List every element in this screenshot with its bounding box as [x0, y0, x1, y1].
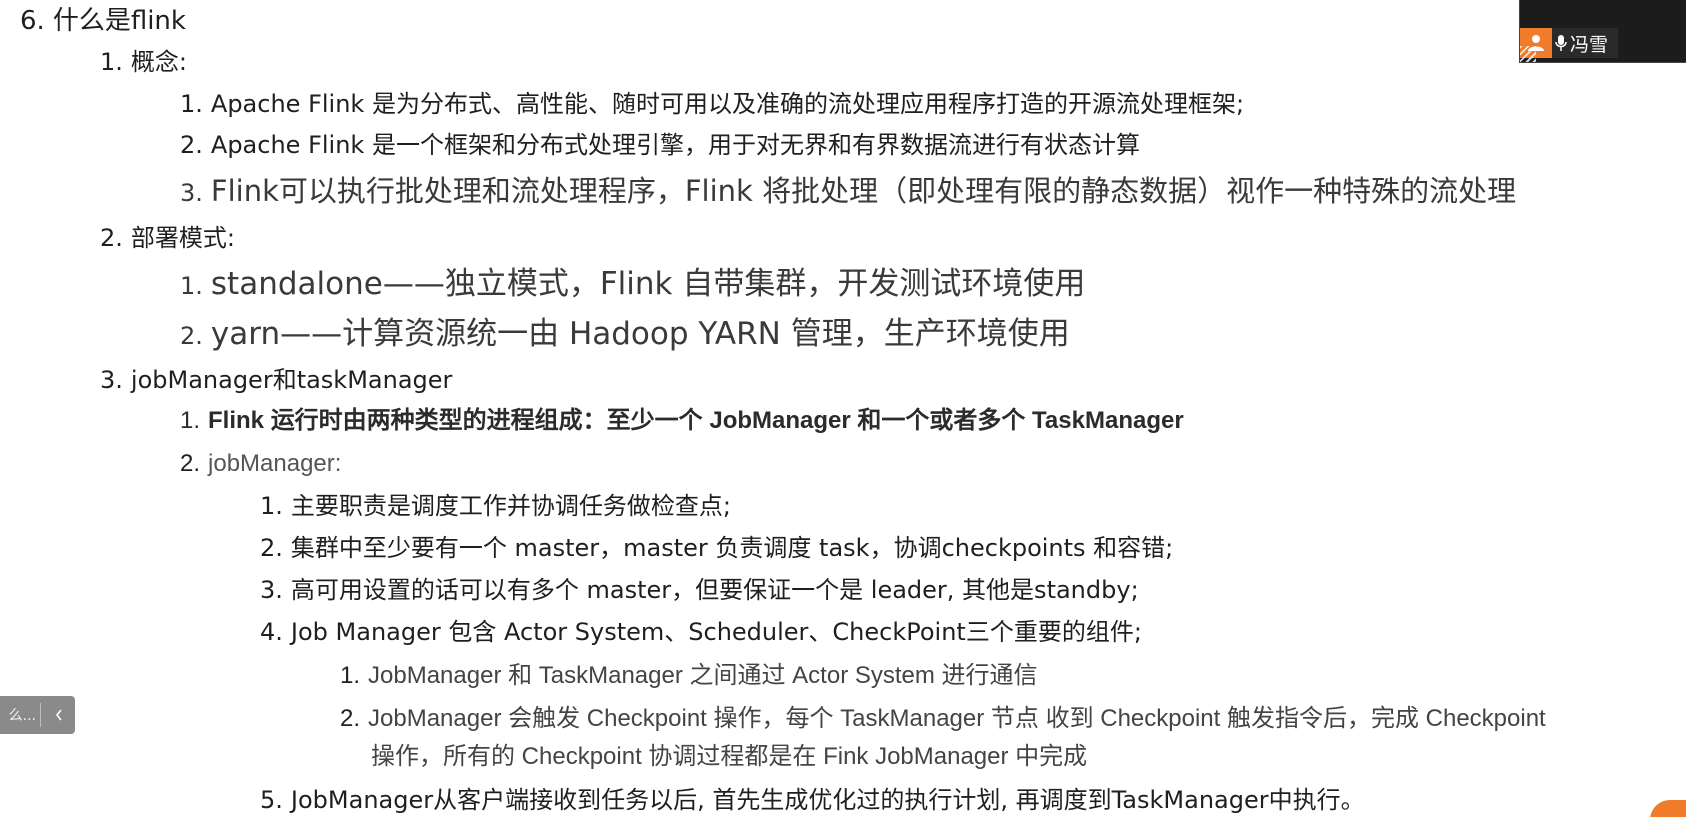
- list-item: 3. Flink可以执行批处理和流处理程序，Flink 将批处理（即处理有限的静态…: [180, 174, 1516, 209]
- list-number: 3.: [180, 179, 203, 207]
- side-floating-toolbar[interactable]: 么...: [0, 696, 75, 734]
- list-item-continuation: 操作，所有的 Checkpoint 协调过程都是在 Fink JobManage…: [371, 743, 1087, 772]
- list-number: 2.: [100, 224, 123, 252]
- list-item-text: Apache Flink 是为分布式、高性能、随时可用以及准确的流处理应用程序打…: [210, 90, 1245, 118]
- list-item: 3. 高可用设置的话可以有多个 master，但要保证一个是 leader, 其他…: [260, 576, 1139, 605]
- list-number: 2.: [180, 322, 203, 350]
- section-deploy-mode: 2. 部署模式:: [100, 224, 235, 253]
- list-number: 1.: [180, 272, 203, 300]
- list-number: 4.: [260, 618, 283, 646]
- list-number: 1.: [180, 90, 203, 118]
- resize-grip[interactable]: [1520, 46, 1536, 62]
- list-item-text: JobManager从客户端接收到任务以后, 首先生成优化过的执行计划, 再调度…: [290, 786, 1365, 814]
- list-item-text: jobManager:: [208, 450, 342, 477]
- list-item: 2. jobManager:: [180, 450, 341, 479]
- list-item: 2. yarn——计算资源统一由 Hadoop YARN 管理，生产环境使用: [180, 316, 1070, 353]
- section-title: 部署模式:: [130, 224, 235, 252]
- list-number: 1.: [100, 48, 123, 76]
- section-jobmanager-taskmanager: 3. jobManager和taskManager: [100, 366, 452, 395]
- list-number: 6.: [20, 6, 45, 36]
- corner-widget[interactable]: [1650, 800, 1686, 817]
- list-item: 2. Apache Flink 是一个框架和分布式处理引擎，用于对无界和有界数据流…: [180, 131, 1140, 160]
- list-item-text: yarn——计算资源统一由 Hadoop YARN 管理，生产环境使用: [210, 316, 1070, 352]
- list-number: 2.: [180, 131, 203, 159]
- chevron-left-icon[interactable]: [47, 696, 71, 734]
- list-number: 2.: [180, 450, 201, 477]
- list-item: 2. 集群中至少要有一个 master，master 负责调度 task，协调ch…: [260, 534, 1173, 563]
- list-item: 1. Apache Flink 是为分布式、高性能、随时可用以及准确的流处理应用程…: [180, 90, 1244, 119]
- divider: [40, 703, 41, 727]
- list-item: 5. JobManager从客户端接收到任务以后, 首先生成优化过的执行计划, 再…: [260, 786, 1365, 815]
- section-title: 概念:: [130, 48, 187, 76]
- list-number: 1.: [260, 492, 283, 520]
- section-title: jobManager和taskManager: [130, 366, 453, 394]
- section-concept: 1. 概念:: [100, 48, 187, 77]
- list-item-text: JobManager 会触发 Checkpoint 操作，每个 TaskMana…: [368, 705, 1546, 732]
- participant-video-tile[interactable]: 冯雪: [1519, 0, 1686, 63]
- heading-text: 什么是flink: [52, 6, 186, 36]
- speaker-name: 冯雪: [1570, 33, 1609, 56]
- list-item: 4. Job Manager 包含 Actor System、Scheduler、…: [260, 618, 1142, 647]
- heading-6: 6. 什么是flink: [20, 6, 186, 37]
- list-item-text: JobManager 和 TaskManager 之间通过 Actor Syst…: [368, 662, 1038, 689]
- list-item: 1. JobManager 和 TaskManager 之间通过 Actor Sy…: [340, 662, 1038, 691]
- microphone-icon: [1552, 28, 1570, 58]
- side-toolbar-label: 么...: [8, 708, 36, 724]
- document-page: 6. 什么是flink 1. 概念: 1. Apache Flink 是为分布式、高性…: [0, 0, 1686, 817]
- list-item-text: Apache Flink 是一个框架和分布式处理引擎，用于对无界和有界数据流进行…: [210, 131, 1140, 159]
- list-number: 2.: [340, 705, 361, 732]
- list-item: 2. JobManager 会触发 Checkpoint 操作，每个 TaskMa…: [340, 705, 1546, 734]
- list-item-text: 高可用设置的话可以有多个 master，但要保证一个是 leader, 其他是s…: [290, 576, 1139, 604]
- list-item-text: 集群中至少要有一个 master，master 负责调度 task，协调chec…: [290, 534, 1174, 562]
- list-item-text: Flink 运行时由两种类型的进程组成：至少一个 JobManager 和一个或…: [208, 407, 1184, 434]
- list-number: 3.: [260, 576, 283, 604]
- list-item: 1. Flink 运行时由两种类型的进程组成：至少一个 JobManager 和一…: [180, 407, 1184, 436]
- list-item: 1. standalone——独立模式，Flink 自带集群，开发测试环境使用: [180, 266, 1085, 303]
- list-item-text: Job Manager 包含 Actor System、Scheduler、Ch…: [290, 618, 1142, 646]
- list-number: 2.: [260, 534, 283, 562]
- list-number: 3.: [100, 366, 123, 394]
- list-number: 1.: [180, 407, 201, 434]
- list-item: 1. 主要职责是调度工作并协调任务做检查点;: [260, 492, 731, 521]
- list-item-text: 操作，所有的 Checkpoint 协调过程都是在 Fink JobManage…: [371, 743, 1088, 770]
- list-item-text: Flink可以执行批处理和流处理程序，Flink 将批处理（即处理有限的静态数据…: [210, 174, 1517, 208]
- list-item-text: 主要职责是调度工作并协调任务做检查点;: [290, 492, 731, 520]
- list-number: 1.: [340, 662, 361, 689]
- list-item-text: standalone——独立模式，Flink 自带集群，开发测试环境使用: [210, 266, 1086, 302]
- list-number: 5.: [260, 786, 283, 814]
